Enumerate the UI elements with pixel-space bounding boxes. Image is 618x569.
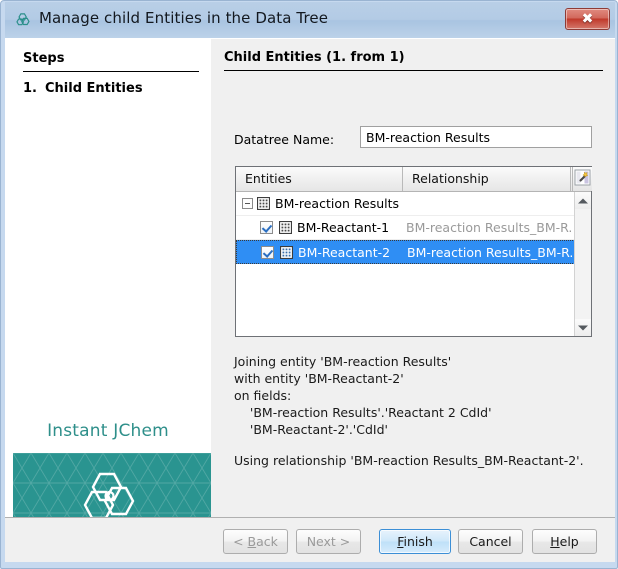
cell-entities: BM-Reactant-1	[236, 216, 403, 239]
cell-entities: BM-reaction Results	[236, 192, 403, 215]
table-row[interactable]: BM-Reactant-1 BM-reaction Results_BM-R..…	[236, 216, 591, 240]
step-number: 1.	[23, 81, 37, 96]
table-vertical-scrollbar[interactable]	[574, 192, 591, 336]
column-chooser-wand-icon	[574, 169, 591, 186]
finish-button[interactable]: Finish	[379, 529, 451, 554]
grid-table-icon	[279, 221, 292, 234]
row-entity-label: BM-reaction Results	[275, 196, 400, 211]
datatree-name-input[interactable]	[360, 126, 592, 148]
table-header-row: Entities Relationship	[236, 167, 592, 192]
brand-name: Instant JChem	[47, 421, 169, 441]
dialog-button-bar: < Back Next > Finish Cancel Help	[5, 517, 615, 562]
column-header-relationship[interactable]: Relationship	[403, 167, 571, 191]
column-chooser-button[interactable]	[572, 167, 592, 191]
datatree-name-label: Datatree Name:	[234, 132, 335, 147]
scroll-up-arrow-icon[interactable]	[575, 192, 591, 209]
row-entity-label: BM-Reactant-2	[298, 244, 391, 260]
sidebar-step-child-entities[interactable]: 1. Child Entities	[23, 81, 203, 96]
steps-sidebar: Steps 1. Child Entities Instant JChem	[5, 39, 211, 543]
next-button[interactable]: Next >	[296, 529, 361, 554]
cell-relationship: BM-reaction Results_BM-R...	[406, 220, 572, 235]
entities-table: Entities Relationship BM-reaction Result…	[235, 166, 592, 337]
column-header-entities[interactable]: Entities	[236, 167, 403, 191]
help-button[interactable]: Help	[532, 529, 597, 554]
cancel-button[interactable]: Cancel	[458, 529, 523, 554]
window-title: Manage child Entities in the Data Tree	[39, 9, 329, 27]
molecule-hexagon-icon	[15, 11, 33, 29]
row-checkbox[interactable]	[261, 245, 274, 259]
table-row[interactable]: BM-Reactant-2 BM-reaction Results_BM-R..…	[236, 240, 591, 264]
cell-relationship: BM-reaction Results_BM-R...	[407, 244, 573, 260]
join-description-text: Joining entity 'BM-reaction Results' wit…	[234, 354, 492, 437]
window-inner: Manage child Entities in the Data Tree ✖…	[5, 2, 615, 565]
dialog-body: Steps 1. Child Entities Instant JChem Ch…	[5, 38, 615, 562]
steps-heading: Steps	[23, 51, 65, 66]
scroll-down-arrow-icon[interactable]	[575, 319, 591, 336]
back-button[interactable]: < Back	[223, 529, 288, 554]
main-panel: Child Entities (1. from 1) Datatree Name…	[212, 39, 615, 517]
relationship-description-text: Using relationship 'BM-reaction Results_…	[234, 453, 584, 468]
steps-heading-divider	[23, 71, 199, 72]
grid-table-icon	[280, 245, 293, 259]
close-icon: ✖	[581, 11, 594, 27]
page-title-divider	[224, 70, 603, 71]
row-checkbox[interactable]	[260, 221, 273, 234]
table-row[interactable]: BM-reaction Results	[236, 192, 591, 216]
table-body: BM-reaction Results BM-Reactant-1 BM-rea…	[236, 192, 591, 336]
close-button[interactable]: ✖	[565, 8, 610, 30]
row-entity-label: BM-Reactant-1	[297, 220, 390, 235]
collapse-expander-icon[interactable]	[242, 198, 253, 209]
cell-relationship	[403, 192, 572, 215]
cell-entities: BM-Reactant-2	[237, 241, 404, 263]
title-bar: Manage child Entities in the Data Tree ✖	[5, 2, 615, 38]
dialog-window: Manage child Entities in the Data Tree ✖…	[0, 0, 618, 569]
grid-table-icon	[257, 197, 270, 210]
step-label: Child Entities	[45, 81, 143, 96]
page-title: Child Entities (1. from 1)	[224, 50, 405, 65]
